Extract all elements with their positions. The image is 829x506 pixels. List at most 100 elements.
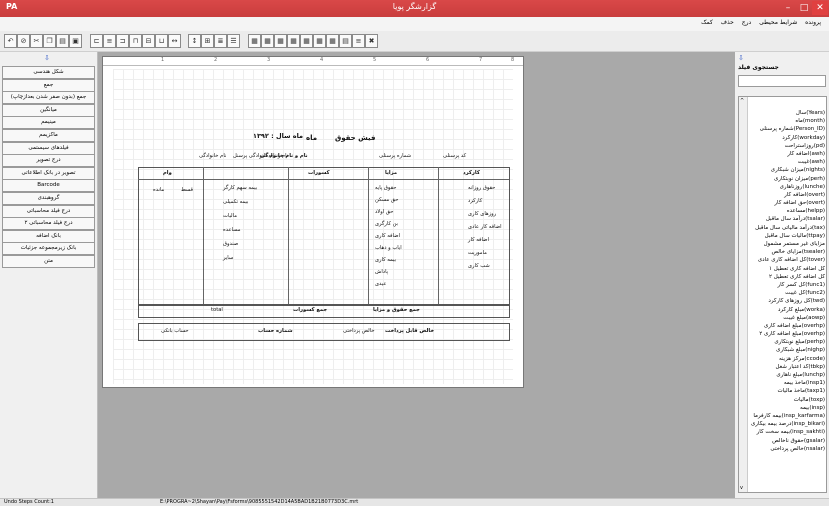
deduction-item[interactable]: مساعده — [223, 227, 241, 233]
field-item[interactable]: بیمه کارفرما(insp_karfarma) — [749, 412, 825, 420]
net-pay-field[interactable]: خالص پرداختی — [343, 328, 375, 334]
grid-9-icon[interactable]: ≡ — [352, 34, 365, 48]
work-item[interactable]: اضافه کار — [468, 237, 489, 243]
section-deductions[interactable]: کسورات — [308, 170, 330, 176]
close-icon[interactable]: ✕ — [812, 1, 828, 15]
tool-button[interactable]: درج تصویر — [2, 154, 95, 168]
field-item[interactable]: ماخذ بیمه(insp1) — [749, 379, 825, 387]
field-item[interactable]: میزان شبکاری(nights) — [749, 166, 825, 174]
field-item[interactable]: اضافه کار(awh) — [749, 150, 825, 158]
field-item[interactable]: مبلغ ناهاری(lunchp) — [749, 371, 825, 379]
name-field[interactable]: نام و نام خانوادگی پرسنل — [233, 153, 288, 159]
benefit-item[interactable]: عیدی — [375, 281, 386, 287]
deduction-item[interactable]: بیمه تکمیلی — [223, 199, 248, 205]
benefit-item[interactable]: پاداش — [375, 269, 388, 275]
tool-button[interactable]: مینیمم — [2, 116, 95, 130]
field-item[interactable]: مزایای غیر مستمر مشمول — [749, 240, 825, 248]
tool-button[interactable]: شکل هندسی — [2, 66, 95, 79]
field-item[interactable]: غیبت(awh) — [749, 158, 825, 166]
scrollbar[interactable]: ^ v — [739, 97, 748, 492]
sum-benefits-label[interactable]: جمع حقوق و مزایا — [373, 307, 420, 313]
tool-button[interactable]: تصویر در بانک اطلاعاتی — [2, 166, 95, 180]
pin-icon[interactable]: ⇩ — [738, 54, 744, 62]
deduction-item[interactable]: صندوق — [223, 241, 238, 247]
field-item[interactable]: ماه(month) — [749, 117, 825, 125]
tool-button[interactable]: جمع — [2, 78, 95, 92]
grid-1-icon[interactable]: ▦ — [248, 34, 261, 48]
field-item[interactable]: حق اضافه کار(overt) — [749, 199, 825, 207]
align-left-icon[interactable]: ⊏ — [90, 34, 103, 48]
tool-button[interactable]: Barcode — [2, 179, 95, 193]
scroll-up-icon[interactable]: ^ — [740, 98, 744, 104]
menu-delete[interactable]: حذف — [721, 19, 734, 26]
tool-button[interactable]: درج فیلد محاسباتی — [2, 204, 95, 218]
family-field[interactable]: نام خانوادگی — [199, 153, 226, 159]
benefit-item[interactable]: اضافه کاری — [375, 233, 400, 239]
bank-account-field[interactable]: حساب بانکی — [161, 328, 189, 334]
field-item[interactable]: درصد بیمه بیکاری(insp_bikari) — [749, 420, 825, 428]
menu-settings[interactable]: شرایط محیطی — [759, 19, 797, 26]
field-item[interactable]: بیمه(insp) — [749, 404, 825, 412]
work-item[interactable]: اضافه کار عادی — [468, 224, 502, 230]
field-item[interactable]: مبلغ نوبتکاری(perhp) — [749, 338, 825, 346]
cut-icon[interactable]: ✂ — [30, 34, 43, 48]
space-h-icon[interactable]: ≣ — [214, 34, 227, 48]
grid-8-icon[interactable]: ▤ — [339, 34, 352, 48]
work-item[interactable]: روزهای کاری — [468, 211, 496, 217]
menu-file[interactable]: پرونده — [805, 19, 821, 26]
field-item[interactable]: مبلغ شبکاری(nighp) — [749, 346, 825, 354]
personnel-code-field[interactable]: شماره پرسنلی — [379, 153, 411, 159]
deduction-item[interactable]: سایر — [223, 255, 233, 261]
account-no-label[interactable]: شماره حساب — [258, 328, 293, 334]
section-loan[interactable]: وام — [163, 170, 172, 176]
grid-2-icon[interactable]: ▦ — [261, 34, 274, 48]
undo-icon[interactable]: ↶ — [4, 34, 17, 48]
tool-button[interactable]: بانک اضافه — [2, 229, 95, 243]
year-label[interactable]: ماه سال : ۱۳۹۲ — [253, 132, 303, 140]
close-tool-icon[interactable]: ✖ — [365, 34, 378, 48]
personnel-code-label[interactable]: کد پرسنلی — [443, 153, 466, 159]
field-item[interactable]: بیمه سخت کار(insp_sakhti) — [749, 428, 825, 436]
maximize-icon[interactable]: □ — [796, 1, 812, 15]
benefit-item[interactable]: بیمه کاری — [375, 257, 396, 263]
field-item[interactable]: اضافه کار(overt) — [749, 191, 825, 199]
field-item[interactable]: مزایای خالص(tsealer) — [749, 248, 825, 256]
field-item[interactable]: شماره پرسنلی(Person_ID) — [749, 125, 825, 133]
grid-4-icon[interactable]: ▦ — [287, 34, 300, 48]
field-item[interactable]: مبلغ اضافه کاری ۲(overhp) — [749, 330, 825, 338]
align-right-icon[interactable]: ⊐ — [116, 34, 129, 48]
tool-button[interactable]: گروهبندی — [2, 192, 95, 205]
work-item[interactable]: کارکرد — [468, 198, 482, 204]
loan-item[interactable]: قسط — [181, 187, 193, 193]
minimize-icon[interactable]: – — [780, 1, 796, 15]
field-item[interactable]: کد اعتبار شغل(tbkp) — [749, 363, 825, 371]
field-item[interactable]: ماخذ مالیات(taxp1) — [749, 387, 825, 395]
align-center-icon[interactable]: ≡ — [103, 34, 116, 48]
copy-icon[interactable]: ❐ — [43, 34, 56, 48]
field-item[interactable]: کل روزهای کارکرد(twd) — [749, 297, 825, 305]
align-middle-icon[interactable]: ⊟ — [142, 34, 155, 48]
tool-button[interactable]: درج فیلد محاسباتی ۲ — [2, 217, 95, 231]
field-item[interactable]: مبلغ کارکرد(worka) — [749, 306, 825, 314]
benefit-item[interactable]: حق مسکن — [375, 197, 398, 203]
grid-6-icon[interactable]: ▦ — [313, 34, 326, 48]
space-v-icon[interactable]: ☰ — [227, 34, 240, 48]
bring-front-icon[interactable]: ▣ — [69, 34, 82, 48]
field-item[interactable]: حقوق ناخالص(gsalar) — [749, 437, 825, 445]
field-item[interactable]: درآمد سال ماقبل(tsalar) — [749, 215, 825, 223]
field-item[interactable]: خالص پرداختی(nsalar) — [749, 445, 825, 453]
section-work[interactable]: کارکرد — [463, 170, 480, 176]
field-item[interactable]: مبلغ اضافه کاری(overhp) — [749, 322, 825, 330]
field-search-input[interactable] — [738, 75, 826, 87]
grid-5-icon[interactable]: ▦ — [300, 34, 313, 48]
benefit-item[interactable]: حقوق پایه — [375, 185, 396, 191]
report-page[interactable]: 123 456 78 فیش حقوق ماه ماه سال : ۱۳۹۲ ک… — [102, 56, 524, 388]
same-height-icon[interactable]: ↕ — [188, 34, 201, 48]
field-list[interactable]: ^ v سال(Years) ماه(month) شماره پرسنلی(Per… — [738, 96, 827, 493]
field-item[interactable]: کارکرد(workday) — [749, 134, 825, 142]
grid-3-icon[interactable]: ▦ — [274, 34, 287, 48]
field-item[interactable]: مساعده(helpp) — [749, 207, 825, 215]
sum-deductions-label[interactable]: جمع کسورات — [293, 307, 327, 313]
tool-button[interactable]: فیلدهای سیستمی — [2, 141, 95, 155]
field-item[interactable]: کل غیبت(func2) — [749, 289, 825, 297]
